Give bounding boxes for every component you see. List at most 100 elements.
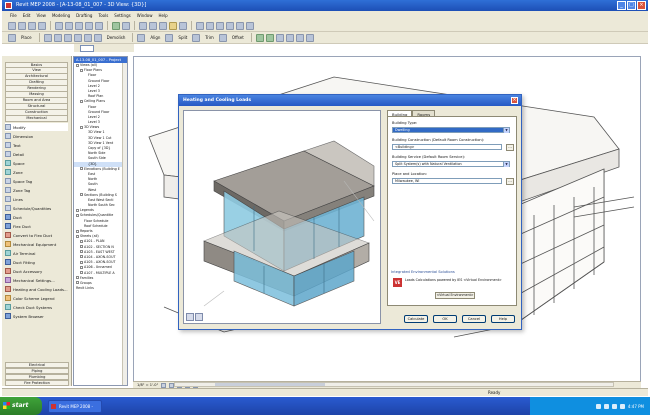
- chevron-down-icon[interactable]: ▼: [503, 128, 509, 133]
- design-item-convert-to-flex-duct[interactable]: Convert to Flex Duct: [5, 231, 68, 239]
- field-select-1[interactable]: <Building>: [392, 144, 502, 150]
- design-item-mechanical-settings[interactable]: Mechanical Settings...: [5, 276, 68, 284]
- design-item-space-tag[interactable]: Space Tag: [5, 177, 68, 185]
- update-icon[interactable]: [619, 403, 625, 409]
- security-icon[interactable]: [611, 403, 617, 409]
- menu-item-tools[interactable]: Tools: [98, 11, 108, 20]
- menu-item-help[interactable]: Help: [158, 11, 167, 20]
- tool-d-icon[interactable]: [226, 21, 234, 30]
- tree-expander-icon[interactable]: [76, 208, 79, 212]
- menu-item-modeling[interactable]: Modeling: [52, 11, 70, 20]
- maximize-icon[interactable]: □: [627, 1, 636, 10]
- tool-e-icon[interactable]: [236, 21, 244, 30]
- browse-button[interactable]: …: [506, 143, 514, 151]
- rotate-icon[interactable]: [53, 33, 62, 42]
- loads-3d-preview[interactable]: [183, 110, 381, 324]
- tree-item[interactable]: Elevations (Building E: [74, 167, 127, 172]
- print-icon[interactable]: [38, 21, 46, 30]
- design-item-duct[interactable]: Duct: [5, 213, 68, 221]
- menu-item-edit[interactable]: Edit: [23, 11, 31, 20]
- join-icon[interactable]: [305, 33, 314, 42]
- design-item-flex-duct[interactable]: Flex Duct: [5, 222, 68, 230]
- copy-monitor-icon[interactable]: [255, 33, 264, 42]
- type-selector[interactable]: [80, 45, 94, 52]
- menu-item-view[interactable]: View: [36, 11, 46, 20]
- dialog-close-icon[interactable]: ×: [511, 97, 518, 104]
- design-item-heating-and-cooling-loads[interactable]: Heating and Cooling Loads...: [5, 285, 68, 293]
- field-select-0[interactable]: Dwelling ▼: [392, 127, 510, 133]
- design-item-lines[interactable]: Lines: [5, 195, 68, 203]
- taskbar-item-revit[interactable]: Revit MEP 2008 - [A-...: [48, 399, 102, 415]
- redo-icon[interactable]: [95, 21, 103, 30]
- minimize-icon[interactable]: _: [617, 1, 626, 10]
- tree-expander-icon[interactable]: [80, 167, 83, 171]
- tree-expander-icon[interactable]: [80, 99, 83, 103]
- render-icon[interactable]: [169, 21, 177, 30]
- browse-button[interactable]: …: [506, 177, 514, 185]
- mirror-icon[interactable]: [63, 33, 72, 42]
- tree-expander-icon[interactable]: [76, 281, 79, 285]
- revit-app-icon[interactable]: [5, 2, 12, 9]
- design-item-dimension[interactable]: Dimension: [5, 132, 68, 140]
- chevron-down-icon[interactable]: ▼: [503, 162, 509, 167]
- tree-expander-icon[interactable]: [76, 213, 79, 217]
- new-icon[interactable]: [8, 21, 16, 30]
- split-face-icon[interactable]: [295, 33, 304, 42]
- align-button[interactable]: Align: [147, 35, 163, 40]
- orbit-icon[interactable]: [159, 21, 167, 30]
- paste-icon[interactable]: [75, 21, 83, 30]
- demolish-button[interactable]: Demolish: [104, 35, 129, 40]
- virtual-environment-button[interactable]: <Virtual Environment>: [435, 292, 475, 299]
- tree-expander-icon[interactable]: [80, 245, 83, 249]
- tool-a-icon[interactable]: [196, 21, 204, 30]
- tree-expander-icon[interactable]: [76, 276, 79, 280]
- help-button[interactable]: Help: [491, 315, 515, 323]
- design-item-space[interactable]: Space: [5, 159, 68, 167]
- design-item-duct-accessory[interactable]: Duct Accessory: [5, 267, 68, 275]
- coordinate-icon[interactable]: [265, 33, 274, 42]
- close-icon[interactable]: ×: [637, 1, 646, 10]
- volume-icon[interactable]: [603, 403, 609, 409]
- design-item-check-duct-systems[interactable]: Check Duct Systems: [5, 303, 68, 311]
- design-item-zone-tag[interactable]: Zone Tag: [5, 186, 68, 194]
- menu-item-settings[interactable]: Settings: [114, 11, 130, 20]
- design-item-modify[interactable]: Modify: [5, 123, 68, 131]
- tree-expander-icon[interactable]: [80, 239, 83, 243]
- offset-button[interactable]: Offset: [229, 35, 247, 40]
- design-item-system-browser[interactable]: System Browser: [5, 312, 68, 320]
- tree-expander-icon[interactable]: [76, 229, 79, 233]
- scale-icon[interactable]: [83, 33, 92, 42]
- field-select-3[interactable]: Milwaukee, WI: [392, 178, 502, 184]
- tool-f-icon[interactable]: [246, 21, 254, 30]
- field-select-2[interactable]: Split System(s) with Natural Ventilation…: [392, 161, 510, 167]
- ok-button[interactable]: OK: [433, 315, 457, 323]
- design-item-text[interactable]: Text: [5, 141, 68, 149]
- save-icon[interactable]: [28, 21, 36, 30]
- place-button[interactable]: Place: [18, 35, 35, 40]
- tree-expander-icon[interactable]: [80, 271, 83, 274]
- nav-orbit-icon[interactable]: [186, 313, 194, 321]
- menu-item-window[interactable]: Window: [137, 11, 153, 20]
- trim-button[interactable]: Trim: [202, 35, 217, 40]
- network-icon[interactable]: [595, 403, 601, 409]
- open-icon[interactable]: [18, 21, 26, 30]
- design-item-color-scheme-legend[interactable]: Color Scheme Legend: [5, 294, 68, 302]
- calculate-button[interactable]: Calculate: [404, 315, 428, 323]
- match-icon[interactable]: [275, 33, 284, 42]
- paint-icon[interactable]: [285, 33, 294, 42]
- zoom-icon[interactable]: [139, 21, 147, 30]
- tree-expander-icon[interactable]: [80, 250, 83, 254]
- detail-level-icon[interactable]: [161, 382, 167, 388]
- tree-expander-icon[interactable]: [80, 68, 83, 72]
- copy-icon[interactable]: [65, 21, 73, 30]
- tree-expander-icon[interactable]: [80, 125, 83, 129]
- trim-icon[interactable]: [192, 33, 201, 42]
- cancel-button[interactable]: Cancel: [462, 315, 486, 323]
- canvas-horizontal-scrollbar[interactable]: [174, 382, 614, 387]
- tree-item[interactable]: Revit Links: [74, 286, 127, 291]
- design-item-schedule-quantities[interactable]: Schedule/Quantities: [5, 204, 68, 212]
- tree-expander-icon[interactable]: [80, 260, 83, 264]
- split-icon[interactable]: [165, 33, 174, 42]
- view-scale[interactable]: 1/8" = 1'-0": [137, 383, 158, 387]
- pan-icon[interactable]: [149, 21, 157, 30]
